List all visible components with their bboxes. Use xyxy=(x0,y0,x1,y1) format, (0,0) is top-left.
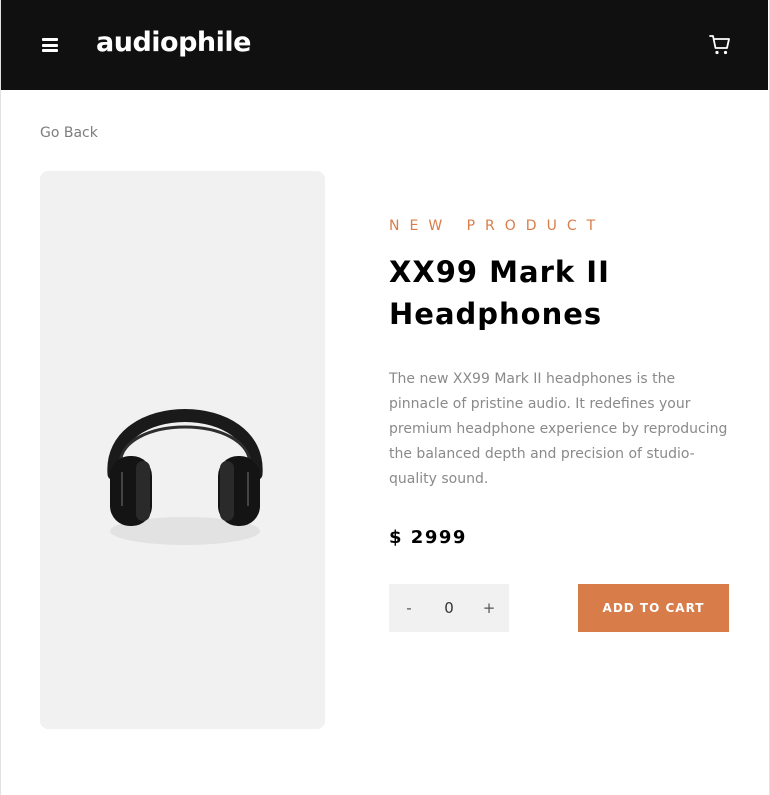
product-title: XX99 Mark II Headphones xyxy=(389,255,610,331)
go-back-link[interactable]: Go Back xyxy=(40,125,98,141)
new-product-label: NEW PRODUCT xyxy=(389,218,606,234)
hamburger-menu-icon[interactable] xyxy=(42,37,58,53)
product-image xyxy=(40,171,325,729)
quantity-value: 0 xyxy=(444,599,454,617)
add-to-cart-button[interactable]: ADD TO CART xyxy=(578,584,729,632)
decrease-quantity-button[interactable]: - xyxy=(389,584,429,632)
product-price: $ 2999 xyxy=(389,527,467,548)
product-description: The new XX99 Mark II headphones is the p… xyxy=(389,371,728,487)
site-header: audiophile xyxy=(1,0,768,90)
quantity-stepper: - 0 + xyxy=(389,584,509,632)
headphones-image xyxy=(107,409,263,545)
logo[interactable]: audiophile xyxy=(96,27,251,58)
increase-quantity-button[interactable]: + xyxy=(469,584,509,632)
cart-icon[interactable] xyxy=(708,33,732,57)
